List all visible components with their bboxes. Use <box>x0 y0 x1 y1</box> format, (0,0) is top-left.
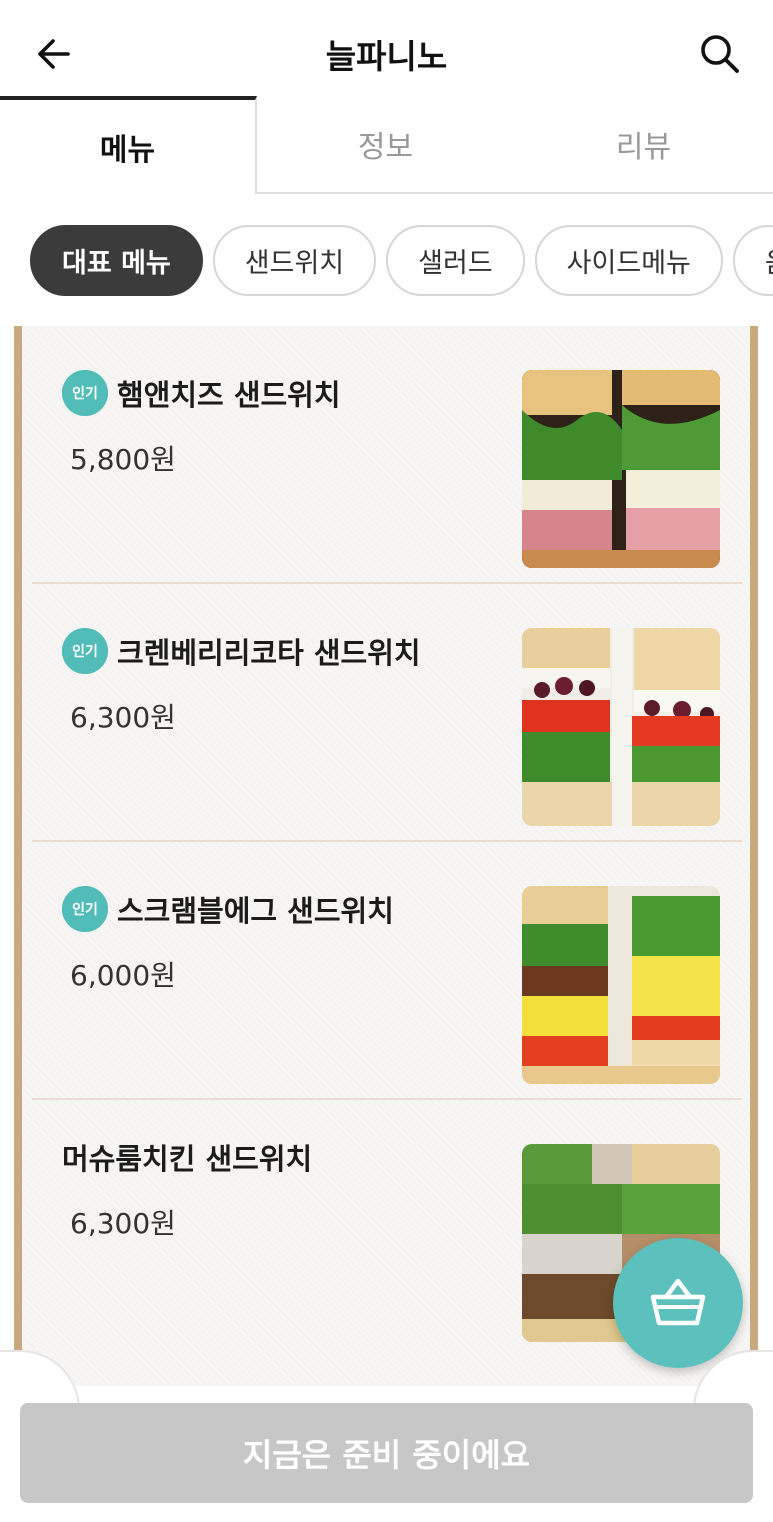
menu-item-name-row: 인기 크렌베리리코타 샌드위치 <box>62 628 421 674</box>
search-icon <box>701 35 739 73</box>
app-header: 늘파니노 <box>0 0 773 100</box>
menu-item-name: 머슈룸치킨 샌드위치 <box>62 1142 313 1176</box>
menu-item-price: 6,300원 <box>70 1207 176 1240</box>
tab-menu[interactable]: 메뉴 <box>0 96 257 194</box>
menu-item-photo <box>522 628 720 826</box>
menu-item-photo <box>522 886 720 1084</box>
menu-item-name: 햄앤치즈 샌드위치 <box>117 378 341 412</box>
chip-salad[interactable]: 샐러드 <box>386 225 525 296</box>
menu-item-name: 스크램블에그 샌드위치 <box>117 894 394 928</box>
menu-item-price: 6,300원 <box>70 701 176 734</box>
menu-item-name-row: 인기 햄앤치즈 샌드위치 <box>62 370 341 416</box>
chip-side-menu[interactable]: 사이드메뉴 <box>534 225 723 296</box>
category-chips: 대표 메뉴 샌드위치 샐러드 사이드메뉴 음료 <box>30 225 773 297</box>
cart-button[interactable] <box>613 1238 743 1368</box>
tab-info[interactable]: 정보 <box>257 96 514 194</box>
menu-item-name-row: 머슈룸치킨 샌드위치 <box>62 1134 312 1180</box>
menu-item-name: 크렌베리리코타 샌드위치 <box>117 636 421 670</box>
menu-item-cranberry-ricotta[interactable]: 인기 크렌베리리코타 샌드위치 6,300원 <box>32 584 742 842</box>
chip-sandwich[interactable]: 샌드위치 <box>212 225 377 296</box>
popular-badge: 인기 <box>62 370 108 416</box>
chip-drinks[interactable]: 음료 <box>732 225 773 296</box>
tab-review[interactable]: 리뷰 <box>514 96 773 194</box>
menu-item-photo <box>522 370 720 568</box>
order-status-button[interactable]: 지금은 준비 중이에요 <box>20 1403 753 1503</box>
page-title: 늘파니노 <box>325 37 448 76</box>
menu-item-price: 6,000원 <box>70 959 176 992</box>
popular-badge: 인기 <box>62 628 108 674</box>
chip-signature-menu[interactable]: 대표 메뉴 <box>30 225 203 296</box>
menu-board: 인기 햄앤치즈 샌드위치 5,800원 인기 크렌베리리코타 샌드위치 6,30… <box>14 326 758 1386</box>
search-button[interactable] <box>692 26 748 82</box>
basket-icon <box>650 1278 706 1326</box>
tab-bar: 메뉴 정보 리뷰 <box>0 96 773 194</box>
menu-item-price: 5,800원 <box>70 443 176 476</box>
menu-item-name-row: 인기 스크램블에그 샌드위치 <box>62 886 394 932</box>
popular-badge: 인기 <box>62 886 108 932</box>
menu-item-scrambled-egg[interactable]: 인기 스크램블에그 샌드위치 6,000원 <box>32 842 742 1100</box>
menu-item-ham-cheese[interactable]: 인기 햄앤치즈 샌드위치 5,800원 <box>32 326 742 584</box>
